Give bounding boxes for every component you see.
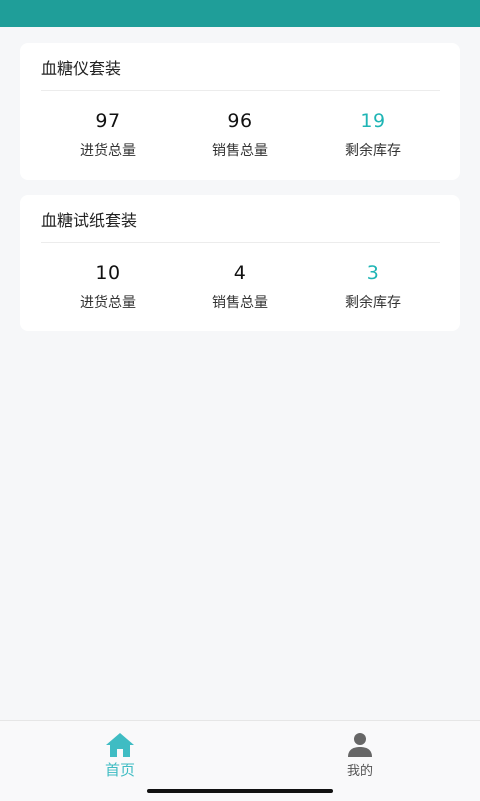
stat-remaining-stock: 19 剩余库存 xyxy=(318,109,428,160)
card-title: 血糖试纸套装 xyxy=(41,211,138,230)
home-icon xyxy=(106,733,134,757)
stat-sales-total: 4 销售总量 xyxy=(185,261,295,312)
user-icon xyxy=(348,733,372,757)
stat-value: 3 xyxy=(366,262,380,284)
stat-value: 19 xyxy=(360,110,386,132)
stat-purchase-total: 10 进货总量 xyxy=(53,261,163,312)
stat-label: 销售总量 xyxy=(212,295,268,311)
stat-sales-total: 96 销售总量 xyxy=(185,109,295,160)
home-indicator xyxy=(147,789,333,793)
tab-label: 首页 xyxy=(104,761,135,779)
stat-value: 4 xyxy=(233,262,247,284)
stat-label: 进货总量 xyxy=(80,295,136,311)
card-divider xyxy=(41,242,440,243)
stat-label: 销售总量 xyxy=(212,143,268,159)
stat-purchase-total: 97 进货总量 xyxy=(53,109,163,160)
stat-value: 96 xyxy=(227,110,253,132)
product-card-glucose-meter: 血糖仪套装 97 进货总量 96 销售总量 19 剩余库存 xyxy=(20,43,460,180)
tab-label: 我的 xyxy=(346,764,373,779)
card-title: 血糖仪套装 xyxy=(41,59,122,78)
card-divider xyxy=(41,90,440,91)
stat-remaining-stock: 3 剩余库存 xyxy=(318,261,428,312)
product-card-test-strips: 血糖试纸套装 10 进货总量 4 销售总量 3 剩余库存 xyxy=(20,195,460,331)
top-status-bar xyxy=(0,0,480,27)
stat-value: 10 xyxy=(95,262,121,284)
stat-label: 剩余库存 xyxy=(345,143,401,159)
stat-value: 97 xyxy=(95,110,121,132)
stat-label: 进货总量 xyxy=(80,143,136,159)
stat-label: 剩余库存 xyxy=(345,295,401,311)
